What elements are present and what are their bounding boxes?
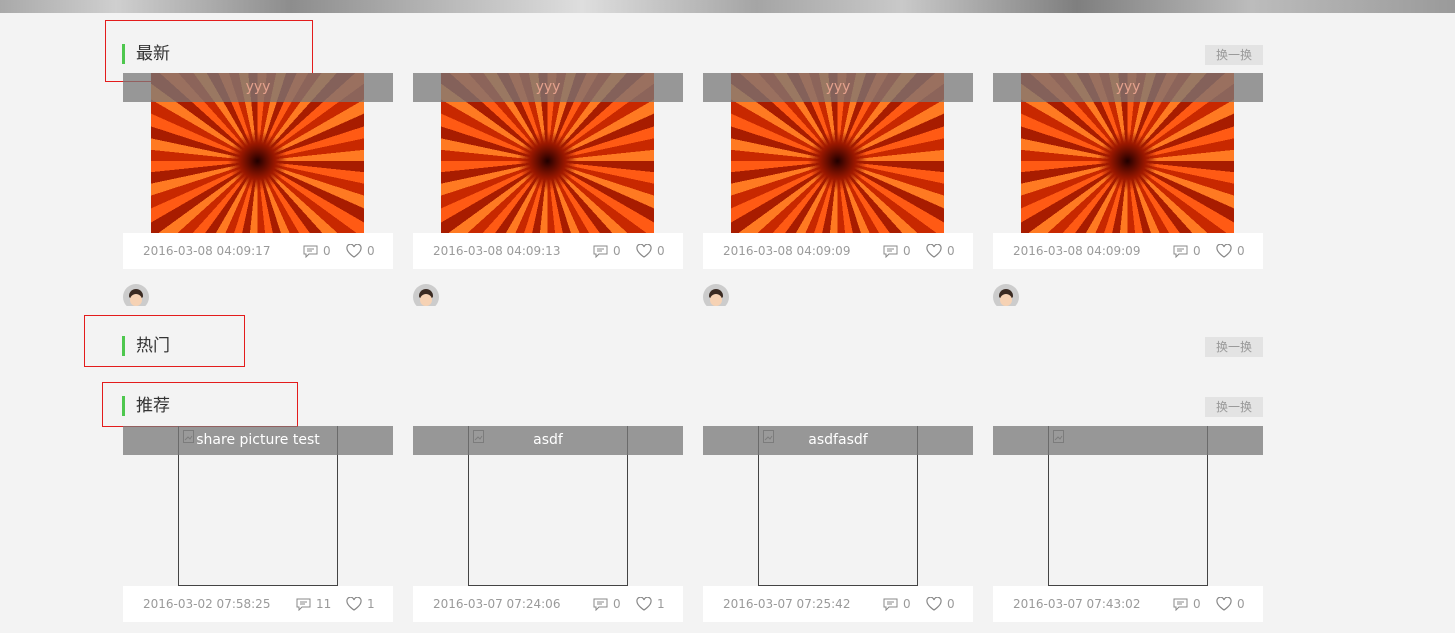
post-date: 2016-03-08 04:09:13 [433, 244, 561, 258]
like-count: 1 [657, 597, 665, 611]
like-counter[interactable]: 0 [636, 233, 665, 269]
post-date: 2016-03-02 07:58:25 [143, 597, 271, 611]
comment-counter[interactable]: 0 [1173, 586, 1201, 622]
like-counter[interactable]: 0 [1216, 233, 1245, 269]
author-avatar[interactable] [123, 284, 149, 306]
post-card[interactable]: asdf 2016-03-07 07:24:06 0 1 [413, 426, 683, 622]
like-count: 0 [367, 244, 375, 258]
heart-icon [346, 244, 362, 258]
post-date: 2016-03-07 07:24:06 [433, 597, 561, 611]
post-date: 2016-03-07 07:43:02 [1013, 597, 1141, 611]
like-count: 0 [1237, 244, 1245, 258]
heart-icon [1216, 244, 1232, 258]
section-title-hot: 热门 [122, 336, 170, 356]
like-counter[interactable]: 0 [346, 233, 375, 269]
comment-count: 0 [1193, 244, 1201, 258]
post-date: 2016-03-08 04:09:09 [723, 244, 851, 258]
heart-icon [1216, 597, 1232, 611]
post-title[interactable]: yyy [703, 73, 973, 102]
heart-icon [636, 597, 652, 611]
like-count: 0 [947, 244, 955, 258]
post-meta: 2016-03-08 04:09:13 0 0 [413, 233, 683, 269]
post-card[interactable]: yyy 2016-03-08 04:09:09 0 0 [703, 73, 973, 269]
post-date: 2016-03-08 04:09:17 [143, 244, 271, 258]
like-count: 0 [947, 597, 955, 611]
author-avatar[interactable] [703, 284, 729, 306]
post-meta: 2016-03-08 04:09:09 0 0 [703, 233, 973, 269]
comment-counter[interactable]: 0 [1173, 233, 1201, 269]
top-banner-image [0, 0, 1455, 13]
post-title[interactable]: yyy [413, 73, 683, 102]
post-card[interactable]: 2016-03-07 07:43:02 0 0 [993, 426, 1263, 622]
comment-counter[interactable]: 0 [593, 233, 621, 269]
post-card[interactable]: share picture test 2016-03-02 07:58:25 1… [123, 426, 393, 622]
post-title[interactable]: yyy [993, 73, 1263, 102]
post-meta: 2016-03-08 04:09:17 0 0 [123, 233, 393, 269]
section-title-recommended: 推荐 [122, 396, 170, 416]
comment-icon [296, 598, 311, 611]
post-card[interactable]: yyy 2016-03-08 04:09:17 0 0 [123, 73, 393, 269]
section-title-latest: 最新 [122, 44, 170, 64]
comment-count: 0 [1193, 597, 1201, 611]
like-counter[interactable]: 0 [1216, 586, 1245, 622]
post-title[interactable]: asdfasdf [703, 426, 973, 455]
post-meta: 2016-03-07 07:25:42 0 0 [703, 586, 973, 622]
comment-icon [1173, 245, 1188, 258]
post-card[interactable]: yyy 2016-03-08 04:09:13 0 0 [413, 73, 683, 269]
swap-button-recommended[interactable]: 换一换 [1205, 397, 1263, 417]
author-avatar[interactable] [413, 284, 439, 306]
comment-count: 0 [613, 597, 621, 611]
swap-button-hot[interactable]: 换一换 [1205, 337, 1263, 357]
post-meta: 2016-03-02 07:58:25 11 1 [123, 586, 393, 622]
comment-icon [883, 598, 898, 611]
post-meta: 2016-03-08 04:09:09 0 0 [993, 233, 1263, 269]
heart-icon [926, 597, 942, 611]
comment-icon [883, 245, 898, 258]
like-count: 0 [657, 244, 665, 258]
swap-button-latest[interactable]: 换一换 [1205, 45, 1263, 65]
comment-count: 0 [323, 244, 331, 258]
post-date: 2016-03-08 04:09:09 [1013, 244, 1141, 258]
like-counter[interactable]: 0 [926, 586, 955, 622]
post-date: 2016-03-07 07:25:42 [723, 597, 851, 611]
author-avatar[interactable] [993, 284, 1019, 306]
post-card[interactable]: asdfasdf 2016-03-07 07:25:42 0 0 [703, 426, 973, 622]
like-counter[interactable]: 1 [346, 586, 375, 622]
post-meta: 2016-03-07 07:43:02 0 0 [993, 586, 1263, 622]
post-meta: 2016-03-07 07:24:06 0 1 [413, 586, 683, 622]
comment-count: 0 [903, 597, 911, 611]
comment-counter[interactable]: 0 [883, 233, 911, 269]
post-title[interactable]: asdf [413, 426, 683, 455]
like-counter[interactable]: 1 [636, 586, 665, 622]
comment-count: 0 [613, 244, 621, 258]
comment-icon [593, 598, 608, 611]
heart-icon [636, 244, 652, 258]
heart-icon [346, 597, 362, 611]
comment-count: 0 [903, 244, 911, 258]
comment-count: 11 [316, 597, 332, 611]
post-title[interactable] [993, 426, 1263, 455]
post-title[interactable]: yyy [123, 73, 393, 102]
like-counter[interactable]: 0 [926, 233, 955, 269]
comment-icon [593, 245, 608, 258]
comment-counter[interactable]: 0 [303, 233, 331, 269]
like-count: 0 [1237, 597, 1245, 611]
comment-counter[interactable]: 11 [296, 586, 331, 622]
post-title[interactable]: share picture test [123, 426, 393, 455]
like-count: 1 [367, 597, 375, 611]
post-card[interactable]: yyy 2016-03-08 04:09:09 0 0 [993, 73, 1263, 269]
heart-icon [926, 244, 942, 258]
comment-icon [303, 245, 318, 258]
comment-counter[interactable]: 0 [593, 586, 621, 622]
comment-icon [1173, 598, 1188, 611]
comment-counter[interactable]: 0 [883, 586, 911, 622]
